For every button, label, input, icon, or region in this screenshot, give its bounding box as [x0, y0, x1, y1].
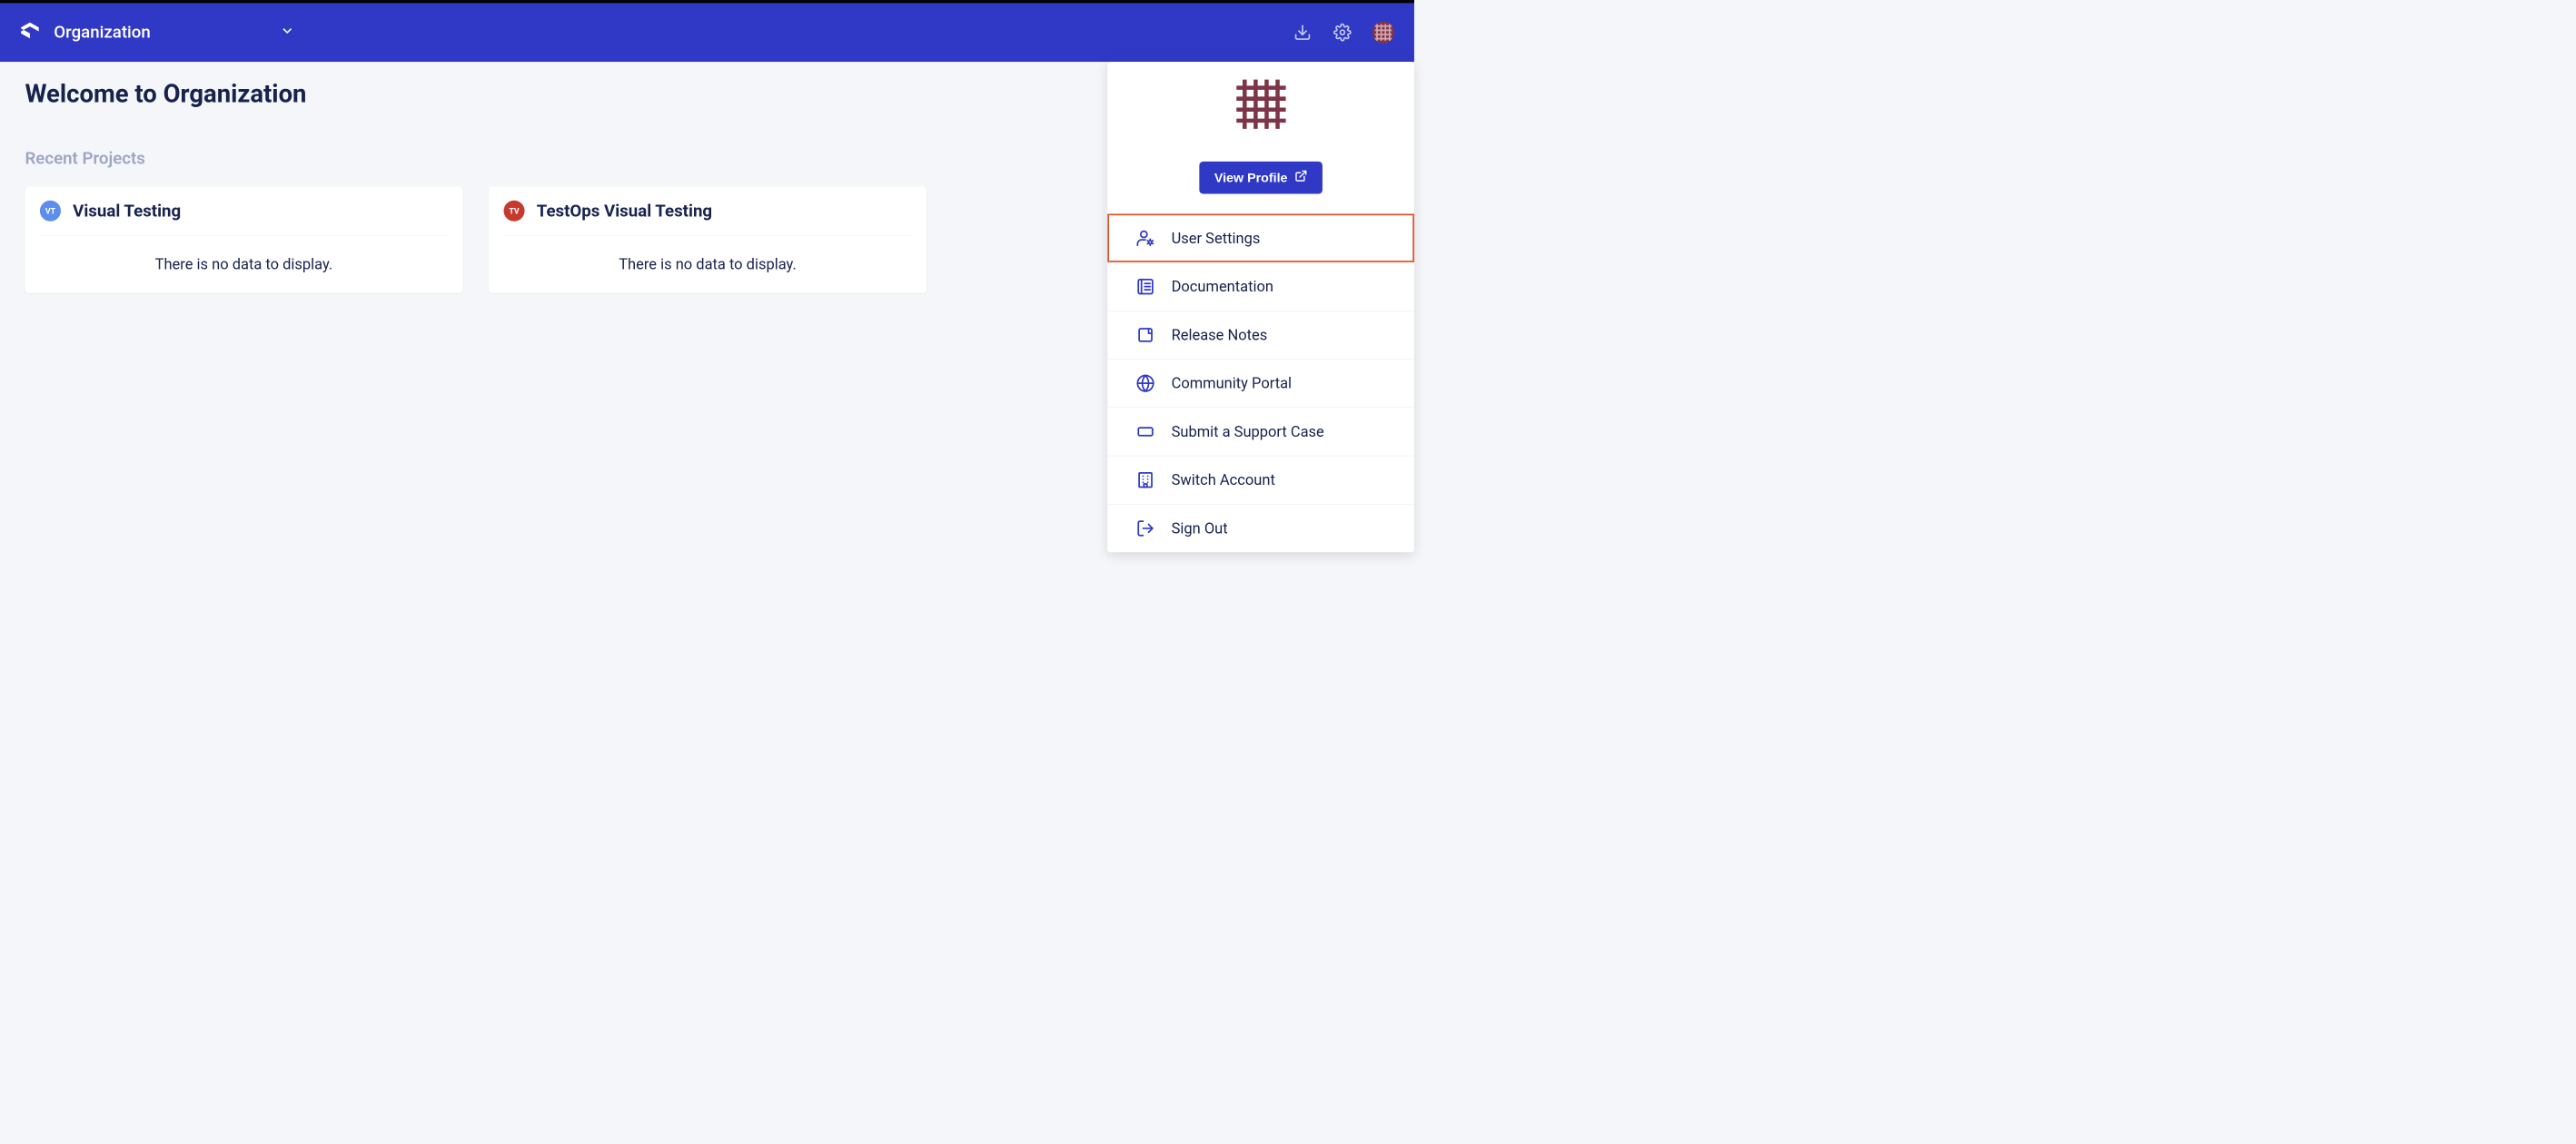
app-logo[interactable]	[20, 23, 40, 43]
support-ticket-icon	[1135, 421, 1155, 441]
view-profile-label: View Profile	[1214, 170, 1288, 185]
project-name: Visual Testing	[73, 201, 181, 221]
organization-selector[interactable]: Organization	[54, 23, 294, 43]
user-avatar-small[interactable]	[1372, 22, 1394, 44]
menu-item-label: Sign Out	[1172, 519, 1228, 537]
main-content: Welcome to Organization Recent Projects …	[0, 62, 1414, 311]
project-badge: VT	[40, 201, 61, 222]
view-profile-button[interactable]: View Profile	[1199, 162, 1323, 194]
settings-gear-icon[interactable]	[1333, 23, 1352, 43]
empty-state-message: There is no data to display.	[40, 236, 448, 273]
menu-item-label: User Settings	[1172, 230, 1261, 247]
release-notes-icon	[1135, 325, 1155, 345]
menu-item-documentation[interactable]: Documentation	[1107, 262, 1414, 311]
menu-item-user-settings[interactable]: User Settings	[1107, 214, 1414, 262]
menu-item-label: Community Portal	[1172, 375, 1292, 392]
menu-item-label: Documentation	[1172, 278, 1273, 295]
organization-label: Organization	[54, 23, 150, 43]
sign-out-icon	[1135, 518, 1155, 538]
menu-item-community-portal[interactable]: Community Portal	[1107, 359, 1414, 407]
top-navbar: Organization	[0, 0, 1414, 62]
user-avatar-large	[1234, 77, 1288, 132]
switch-account-icon	[1135, 470, 1155, 490]
user-dropdown-menu: View Profile User Settings Documentation	[1107, 62, 1414, 552]
menu-item-sign-out[interactable]: Sign Out	[1107, 504, 1414, 552]
user-settings-icon	[1135, 228, 1155, 248]
empty-state-message: There is no data to display.	[503, 236, 911, 273]
chevron-down-icon	[281, 23, 294, 43]
menu-item-label: Submit a Support Case	[1172, 423, 1324, 440]
project-badge: TV	[503, 201, 524, 222]
project-card[interactable]: TV TestOps Visual Testing There is no da…	[489, 186, 926, 292]
external-link-icon	[1294, 170, 1307, 186]
menu-item-support-case[interactable]: Submit a Support Case	[1107, 408, 1414, 456]
project-card[interactable]: VT Visual Testing There is no data to di…	[25, 186, 462, 292]
documentation-icon	[1135, 277, 1155, 297]
project-name: TestOps Visual Testing	[537, 201, 712, 221]
community-portal-icon	[1135, 373, 1155, 393]
menu-list: User Settings Documentation Release Note…	[1107, 214, 1414, 553]
topbar-actions	[1293, 22, 1394, 44]
menu-item-label: Release Notes	[1172, 326, 1268, 343]
menu-item-release-notes[interactable]: Release Notes	[1107, 311, 1414, 359]
menu-item-switch-account[interactable]: Switch Account	[1107, 456, 1414, 504]
menu-item-label: Switch Account	[1172, 471, 1275, 488]
download-icon[interactable]	[1293, 23, 1313, 43]
